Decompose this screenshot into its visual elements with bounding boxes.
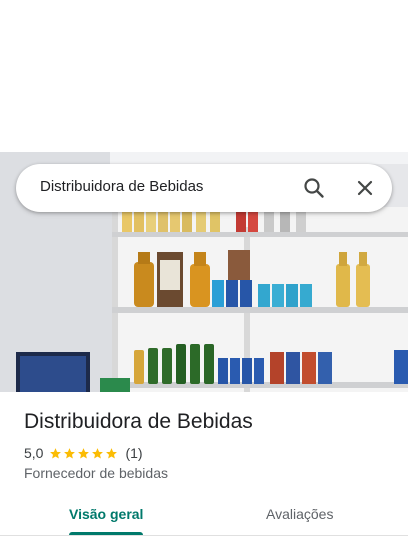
close-icon[interactable] <box>353 176 377 200</box>
place-info-panel: Distribuidora de Bebidas 5,0 (1) Fornece… <box>0 392 408 544</box>
star-icon <box>78 447 90 458</box>
tab-divider <box>0 535 408 536</box>
star-icon <box>106 447 118 458</box>
rating-row[interactable]: 5,0 (1) <box>24 444 143 462</box>
place-category: Fornecedor de bebidas <box>24 465 168 481</box>
tab-overview[interactable]: Visão geral <box>69 506 143 522</box>
search-input[interactable]: Distribuidora de Bebidas <box>40 178 203 195</box>
star-rating <box>49 447 119 460</box>
star-icon <box>92 447 104 458</box>
place-title: Distribuidora de Bebidas <box>24 410 253 433</box>
tab-reviews[interactable]: Avaliações <box>266 506 333 522</box>
star-icon <box>64 447 76 458</box>
rating-value: 5,0 <box>24 445 44 461</box>
star-icon <box>50 447 62 458</box>
search-bar[interactable]: Distribuidora de Bebidas <box>16 164 392 212</box>
review-count[interactable]: (1) <box>125 445 142 461</box>
map-blank-area <box>0 0 408 152</box>
magnify-icon[interactable] <box>302 176 326 200</box>
